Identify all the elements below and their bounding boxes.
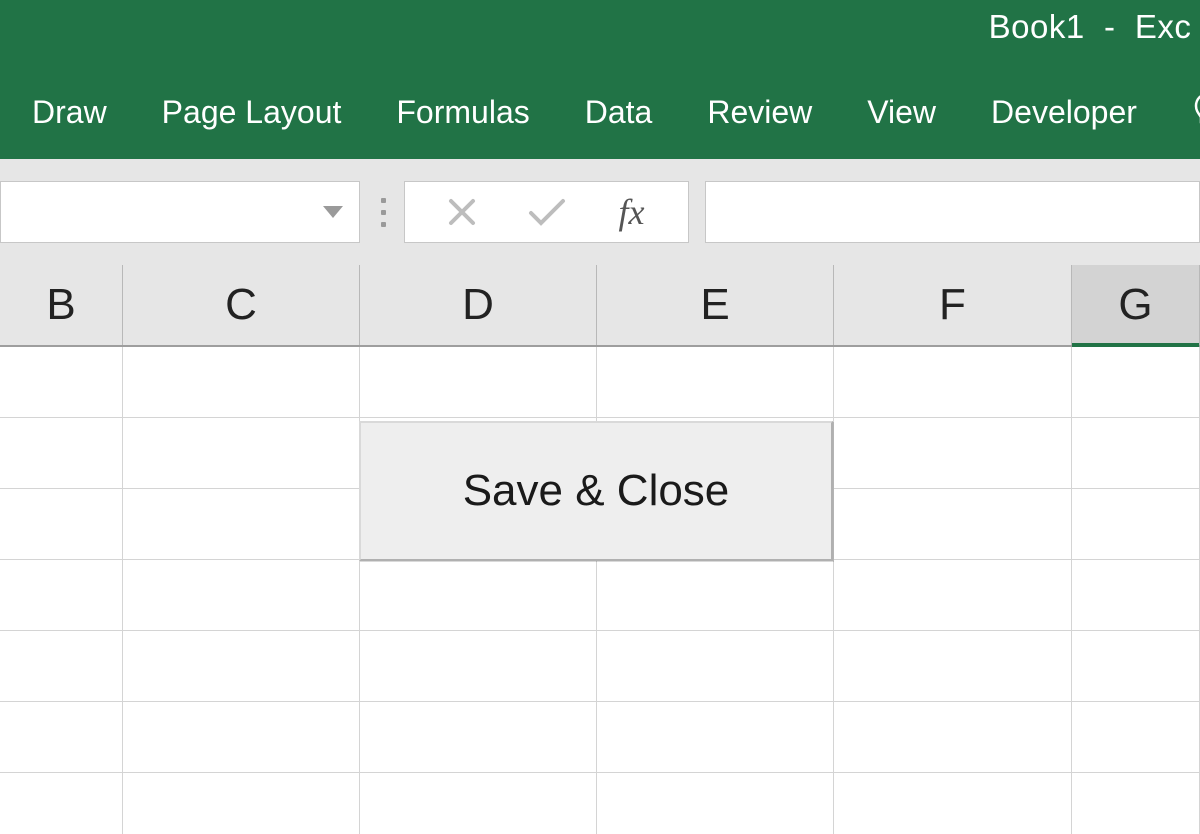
grid-row — [0, 560, 1200, 631]
formula-bar-grip[interactable] — [368, 181, 398, 243]
tab-review[interactable]: Review — [707, 94, 812, 131]
formula-bar: fx — [0, 159, 1200, 265]
cell[interactable] — [1072, 489, 1200, 560]
cell[interactable] — [1072, 702, 1200, 773]
cell[interactable] — [834, 702, 1072, 773]
cell[interactable] — [834, 489, 1072, 560]
cell[interactable] — [0, 418, 123, 489]
cell[interactable] — [1072, 560, 1200, 631]
save-and-close-button[interactable]: Save & Close — [359, 421, 833, 561]
cell[interactable] — [360, 631, 597, 702]
cell[interactable] — [597, 347, 834, 418]
column-header-G[interactable]: G — [1072, 265, 1200, 345]
cell[interactable] — [123, 418, 360, 489]
cell[interactable] — [597, 560, 834, 631]
cell[interactable] — [0, 702, 123, 773]
cell[interactable] — [834, 631, 1072, 702]
cell[interactable] — [0, 631, 123, 702]
tab-draw[interactable]: Draw — [32, 94, 107, 131]
cell[interactable] — [0, 560, 123, 631]
cell[interactable] — [360, 347, 597, 418]
cell[interactable] — [123, 702, 360, 773]
x-icon — [446, 196, 478, 228]
tab-page-layout[interactable]: Page Layout — [162, 94, 342, 131]
column-header-B[interactable]: B — [0, 265, 123, 345]
cancel-formula-button[interactable] — [419, 182, 504, 242]
grid-row — [0, 702, 1200, 773]
grid-row — [0, 347, 1200, 418]
tab-view[interactable]: View — [867, 94, 936, 131]
tell-me-search[interactable]: T — [1192, 91, 1200, 133]
column-header-D[interactable]: D — [360, 265, 597, 345]
cell[interactable] — [1072, 773, 1200, 834]
lightbulb-icon — [1192, 91, 1200, 133]
grid-row — [0, 773, 1200, 834]
cell[interactable] — [123, 631, 360, 702]
cell[interactable] — [1072, 418, 1200, 489]
column-header-C[interactable]: C — [123, 265, 360, 345]
dropdown-icon — [323, 206, 343, 218]
formula-bar-buttons: fx — [404, 181, 689, 243]
cell[interactable] — [123, 347, 360, 418]
grid-row — [0, 631, 1200, 702]
tab-formulas[interactable]: Formulas — [396, 94, 529, 131]
cell[interactable] — [360, 773, 597, 834]
cell[interactable] — [597, 631, 834, 702]
fx-icon: fx — [619, 191, 645, 233]
cell[interactable] — [597, 773, 834, 834]
cell[interactable] — [834, 418, 1072, 489]
column-headers: BCDEFG — [0, 265, 1200, 347]
check-icon — [527, 196, 567, 228]
window-title: Book1 - Exc — [989, 8, 1192, 46]
save-and-close-label: Save & Close — [463, 466, 730, 516]
cell[interactable] — [123, 489, 360, 560]
cell[interactable] — [123, 560, 360, 631]
name-box[interactable] — [0, 181, 360, 243]
tab-developer[interactable]: Developer — [991, 94, 1137, 131]
cell[interactable] — [123, 773, 360, 834]
cell[interactable] — [0, 773, 123, 834]
insert-function-button[interactable]: fx — [589, 182, 674, 242]
tab-data[interactable]: Data — [585, 94, 653, 131]
ribbon-tabs: Draw Page Layout Formulas Data Review Vi… — [0, 65, 1200, 159]
cell[interactable] — [597, 702, 834, 773]
column-header-E[interactable]: E — [597, 265, 834, 345]
formula-input[interactable] — [705, 181, 1200, 243]
cell[interactable] — [1072, 347, 1200, 418]
cell[interactable] — [0, 347, 123, 418]
window-titlebar: Book1 - Exc — [0, 0, 1200, 65]
worksheet-area: BCDEFG Save & Close — [0, 265, 1200, 834]
cell[interactable] — [834, 347, 1072, 418]
enter-formula-button[interactable] — [504, 182, 589, 242]
column-header-F[interactable]: F — [834, 265, 1072, 345]
cell[interactable] — [834, 773, 1072, 834]
cell[interactable] — [360, 560, 597, 631]
cell[interactable] — [834, 560, 1072, 631]
cell[interactable] — [0, 489, 123, 560]
cell[interactable] — [360, 702, 597, 773]
cell[interactable] — [1072, 631, 1200, 702]
